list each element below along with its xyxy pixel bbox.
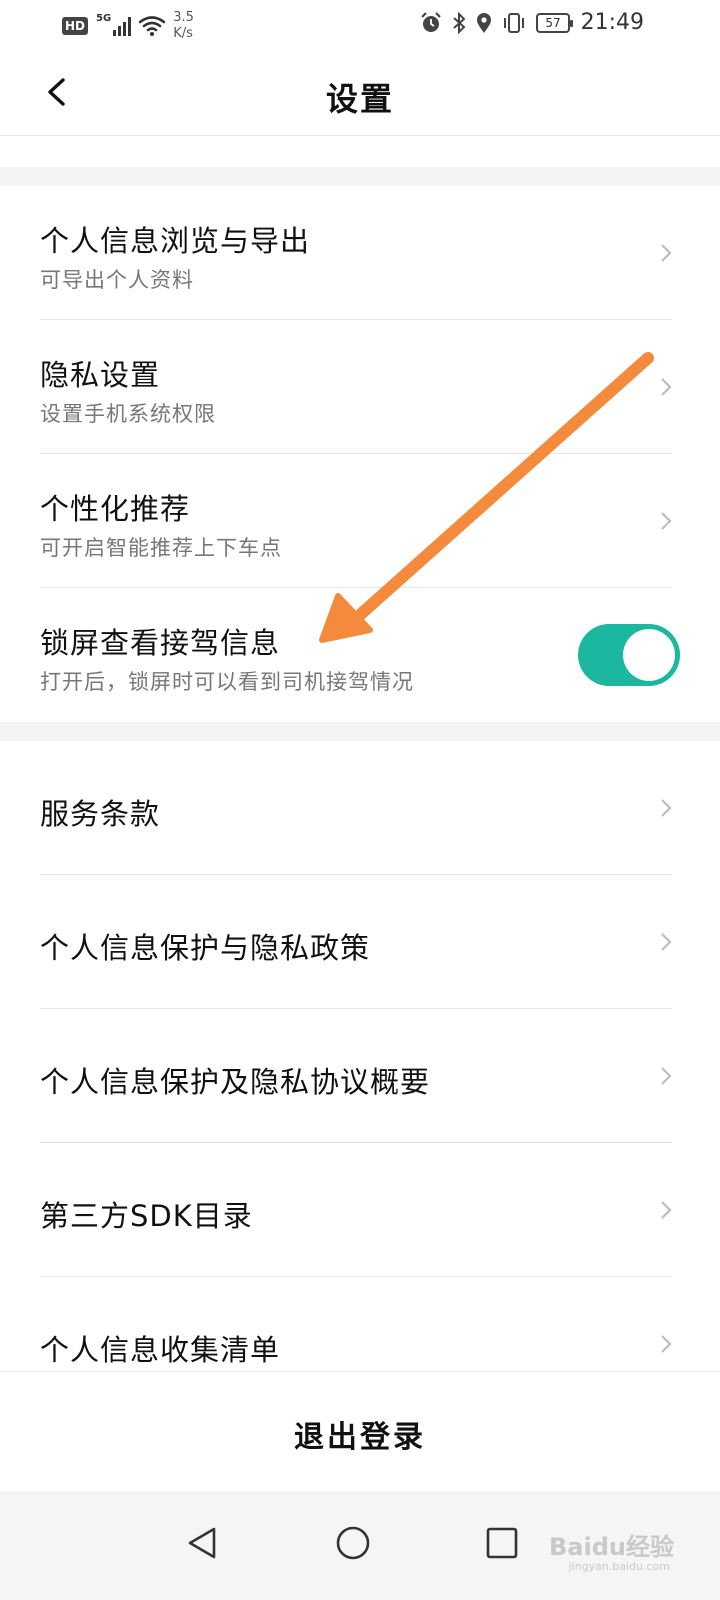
location-icon — [477, 13, 491, 33]
watermark-logo: Baidu经验 — [549, 1533, 674, 1561]
row-lockscreen-pickup-info: 锁屏查看接驾信息 打开后，锁屏时可以看到司机接驾情况 — [0, 588, 720, 722]
chevron-right-icon — [661, 1335, 672, 1353]
nav-back-button[interactable] — [180, 1521, 224, 1565]
row-privacy-agreement-summary[interactable]: 个人信息保护及隐私协议概要 — [0, 1009, 720, 1143]
square-recents-icon — [486, 1527, 518, 1559]
chevron-right-icon — [661, 799, 672, 817]
nav-home-button[interactable] — [331, 1521, 375, 1565]
chevron-right-icon — [661, 1201, 672, 1219]
row-subtitle: 可开启智能推荐上下车点 — [40, 536, 282, 560]
chevron-right-icon — [661, 378, 672, 396]
row-title: 锁屏查看接驾信息 — [40, 626, 281, 660]
status-bar: HD 5G 3.5 K/s 57 21:49 — [0, 0, 720, 50]
alarm-icon — [421, 12, 441, 32]
row-subtitle: 可导出个人资料 — [40, 268, 194, 292]
network-type: 5G — [96, 12, 112, 24]
section-gap — [0, 167, 720, 186]
row-title: 个人信息收集清单 — [40, 1333, 281, 1367]
settings-screen: HD 5G 3.5 K/s 57 21:49 设置 个人信息浏览与导出 可导出个… — [0, 0, 720, 1600]
network-speed: 3.5 K/s — [173, 10, 194, 41]
row-title: 个人信息保护与隐私政策 — [40, 931, 371, 965]
chevron-right-icon — [661, 244, 672, 262]
circle-home-icon — [336, 1526, 370, 1560]
chevron-right-icon — [661, 512, 672, 530]
row-privacy-settings[interactable]: 隐私设置 设置手机系统权限 — [0, 320, 720, 454]
row-title: 隐私设置 — [40, 358, 161, 392]
toggle-knob — [623, 629, 675, 681]
row-title: 第三方SDK目录 — [40, 1199, 253, 1233]
clock: 21:49 — [580, 10, 644, 35]
hd-badge: HD — [62, 17, 89, 35]
row-subtitle: 设置手机系统权限 — [40, 402, 216, 426]
header: 设置 — [0, 50, 720, 136]
row-title: 个人信息保护及隐私协议概要 — [40, 1065, 431, 1099]
nav-recents-button[interactable] — [480, 1521, 524, 1565]
row-title: 服务条款 — [40, 797, 161, 831]
logout-button[interactable]: 退出登录 — [0, 1412, 720, 1456]
battery-icon: 57 — [536, 13, 573, 33]
wifi-icon — [139, 16, 166, 36]
row-personalized-recommendation[interactable]: 个性化推荐 可开启智能推荐上下车点 — [0, 454, 720, 588]
lockscreen-toggle[interactable] — [578, 624, 680, 686]
row-subtitle: 打开后，锁屏时可以看到司机接驾情况 — [40, 670, 414, 694]
watermark-url: jingyan.baidu.com — [568, 1560, 670, 1573]
section-gap — [0, 722, 720, 741]
vibrate-icon — [504, 13, 524, 33]
row-third-party-sdk[interactable]: 第三方SDK目录 — [0, 1143, 720, 1277]
row-privacy-policy[interactable]: 个人信息保护与隐私政策 — [0, 875, 720, 1009]
triangle-back-icon — [188, 1527, 216, 1559]
chevron-right-icon — [661, 1067, 672, 1085]
bluetooth-icon — [453, 12, 466, 34]
chevron-right-icon — [661, 933, 672, 951]
row-title: 个性化推荐 — [40, 492, 191, 526]
logout-area: 退出登录 — [0, 1371, 720, 1491]
signal-icon — [113, 16, 132, 36]
page-title: 设置 — [325, 80, 394, 118]
row-terms-of-service[interactable]: 服务条款 — [0, 741, 720, 875]
row-personal-info-export[interactable]: 个人信息浏览与导出 可导出个人资料 — [0, 186, 720, 320]
row-title: 个人信息浏览与导出 — [40, 224, 311, 258]
